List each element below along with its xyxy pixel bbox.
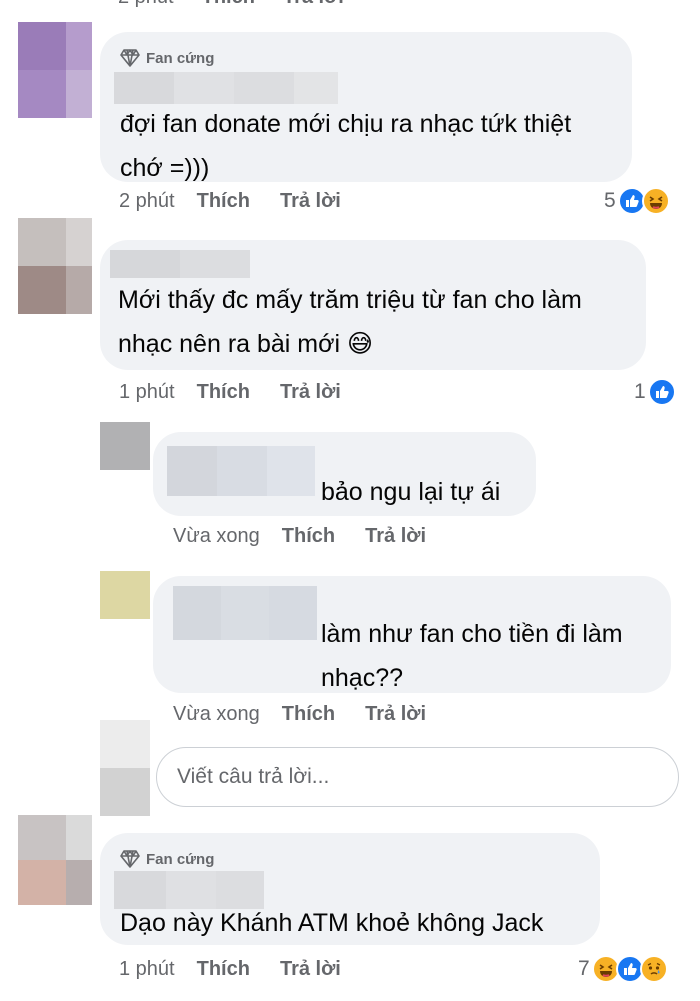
reply-text: làm như fan cho tiền đi làm nhạc?? [321,620,623,692]
comment-bubble: Mới thấy đc mấy trăm triệu từ fan cho là… [100,240,646,370]
diamond-icon [120,850,140,868]
avatar[interactable] [18,218,92,314]
like-button[interactable]: Thích [197,190,250,213]
comment-text: Mới thấy đc mấy trăm triệu từ fan cho là… [118,286,582,358]
reactions-summary[interactable]: 5 [604,187,670,215]
reply-button[interactable]: Trả lời [283,0,344,9]
commenter-name-blurred[interactable] [173,586,317,640]
reaction-count: 5 [604,189,616,212]
avatar[interactable] [18,22,92,118]
reply-actions: Vừa xong Thích Trả lời [173,525,456,548]
like-button[interactable]: Thích [202,0,255,9]
top-fan-badge: Fan cứng [120,49,214,67]
commenter-name-blurred[interactable] [114,72,338,104]
comment-bubble: Fan cứng đợi fan donate mới chịu ra nhạc… [100,32,632,182]
reaction-count: 1 [634,380,646,403]
reply-button[interactable]: Trả lời [365,525,426,548]
reactions-summary[interactable]: 1 [634,378,676,406]
badge-label: Fan cứng [146,850,215,868]
reply-button[interactable]: Trả lời [280,190,341,213]
comment-actions: 1 phút Thích Trả lời [119,381,371,404]
top-fan-badge: Fan cứng [120,850,214,868]
previous-comment-meta: 2 phút Thích Trả lời [118,0,344,9]
reaction-count: 7 [578,957,590,980]
reply-input-container[interactable] [156,747,679,807]
commenter-name-blurred[interactable] [110,250,250,278]
reply-button[interactable]: Trả lời [365,703,426,726]
comment-time: 2 phút [119,190,175,212]
badge-label: Fan cứng [146,49,215,67]
like-button[interactable]: Thích [282,525,335,548]
diamond-icon [120,49,140,67]
comment-time: 1 phút [119,958,175,980]
commenter-name-blurred[interactable] [167,446,315,496]
reply-time: Vừa xong [173,525,260,547]
comment-actions: 1 phút Thích Trả lời [119,958,371,981]
comment-actions: 2 phút Thích Trả lời [119,190,371,213]
comment-text: Dạo này Khánh ATM khoẻ không Jack [120,909,544,937]
avatar[interactable] [100,422,150,470]
comment-text: đợi fan donate mới chịu ra nhạc tứk thiệ… [120,110,572,182]
reply-button[interactable]: Trả lời [280,958,341,981]
reply-time: Vừa xong [173,703,260,725]
reply-bubble: làm như fan cho tiền đi làm nhạc?? [153,576,671,693]
avatar[interactable] [18,815,92,905]
like-button[interactable]: Thích [197,958,250,981]
like-icon [647,378,676,406]
reply-bubble: bảo ngu lại tự ái [153,432,536,516]
like-button[interactable]: Thích [282,703,335,726]
comment-time: 2 phút [118,0,174,9]
reactions-summary[interactable]: 7 [578,955,668,983]
avatar[interactable] [100,571,150,619]
like-button[interactable]: Thích [197,381,250,404]
reply-input[interactable] [157,748,678,806]
haha-icon [641,187,670,215]
comment-bubble: Fan cứng Dạo này Khánh ATM khoẻ không Ja… [100,833,600,945]
reply-actions: Vừa xong Thích Trả lời [173,703,456,726]
comment-time: 1 phút [119,381,175,403]
reply-button[interactable]: Trả lời [280,381,341,404]
sad-icon [639,955,668,983]
avatar[interactable] [100,720,150,816]
reply-text: bảo ngu lại tự ái [321,478,501,506]
